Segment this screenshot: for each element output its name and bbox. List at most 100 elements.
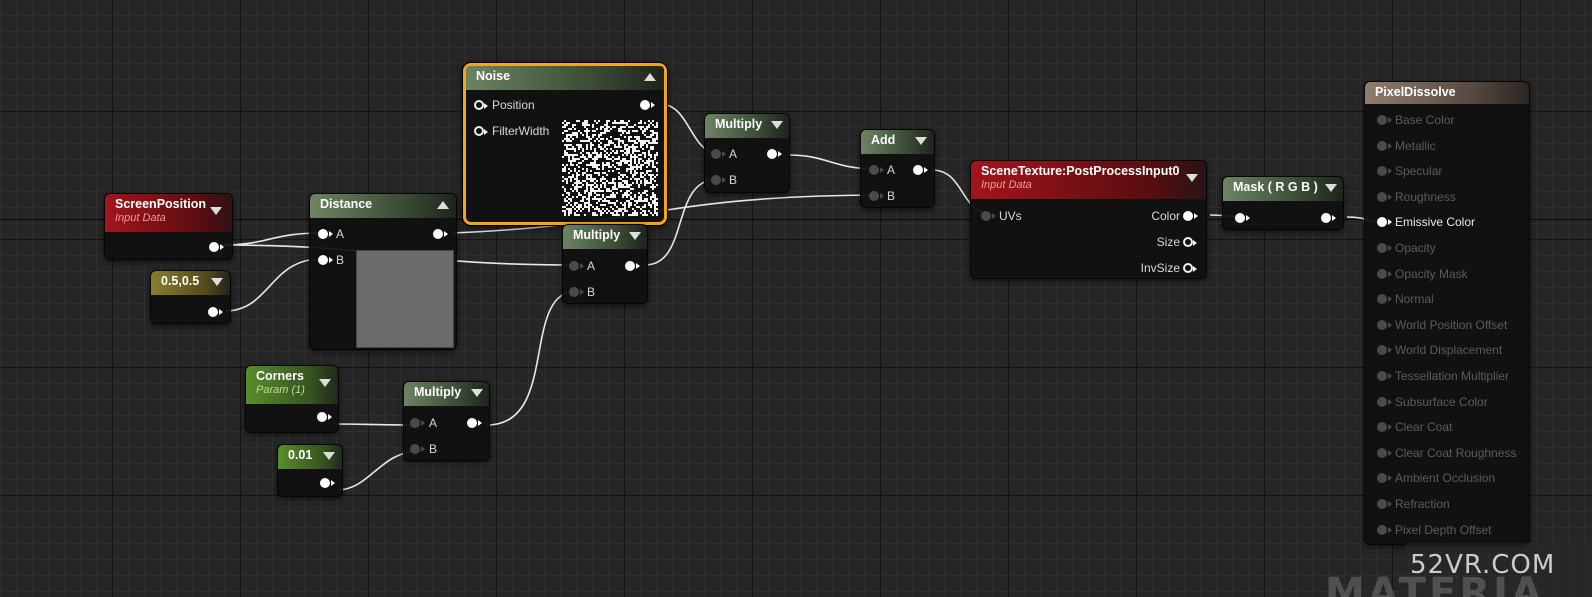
collapse-arrow-icon[interactable]: [771, 121, 783, 129]
node-subtitle: Param (1): [256, 384, 305, 396]
input-pin[interactable]: [1377, 115, 1392, 125]
node-title: Corners: [256, 369, 304, 383]
multiply-bottom-node[interactable]: Multiply A B: [403, 381, 490, 461]
output-pin[interactable]: [913, 165, 928, 175]
input-label: World Position Offset: [1395, 317, 1508, 332]
connection-wires: [220, 103, 1397, 491]
screenposition-node[interactable]: ScreenPosition Input Data: [104, 193, 233, 260]
input-pin[interactable]: [1235, 213, 1250, 223]
input-label: Roughness: [1395, 189, 1456, 204]
collapse-arrow-icon[interactable]: [323, 452, 335, 460]
output-pin[interactable]: [317, 412, 332, 422]
node-title: Multiply: [414, 385, 462, 399]
input-pin[interactable]: [1377, 371, 1392, 381]
node-title: Mask ( R G B ): [1233, 180, 1318, 194]
collapse-arrow-icon[interactable]: [471, 389, 483, 397]
input-pin-position[interactable]: [474, 100, 488, 110]
input-label: Metallic: [1395, 138, 1436, 153]
output-pin[interactable]: [767, 149, 782, 159]
output-pin-size[interactable]: [1183, 237, 1197, 247]
input-pin[interactable]: [1377, 319, 1392, 330]
scenetexture-node[interactable]: SceneTexture:PostProcessInput0 Input Dat…: [970, 160, 1207, 279]
input-pin[interactable]: [1377, 396, 1392, 407]
input-pin-b[interactable]: [711, 175, 726, 185]
collapse-arrow-icon[interactable]: [644, 73, 656, 81]
collapse-arrow-icon[interactable]: [211, 278, 223, 286]
node-title: Multiply: [715, 117, 763, 131]
pin-label-a: A: [587, 259, 596, 273]
collapse-arrow-icon[interactable]: [437, 201, 449, 209]
pin-label-b: B: [887, 189, 896, 203]
multiply-mid-node[interactable]: Multiply A B: [562, 224, 648, 304]
input-pin-a[interactable]: [569, 261, 584, 271]
pin-label-a: A: [336, 227, 345, 241]
collapse-arrow-icon[interactable]: [1186, 174, 1198, 182]
input-label: Subsurface Color: [1395, 394, 1488, 409]
input-pin-a[interactable]: [410, 418, 425, 428]
input-pin[interactable]: [1377, 268, 1392, 279]
input-pin[interactable]: [1377, 140, 1392, 151]
input-pin-filterwidth[interactable]: [474, 126, 488, 136]
input-label: Specular: [1395, 164, 1443, 179]
input-pin-a[interactable]: [869, 165, 884, 175]
collapse-arrow-icon[interactable]: [210, 207, 222, 215]
constant2-node[interactable]: 0.5,0.5: [150, 270, 231, 324]
input-pin[interactable]: [1377, 191, 1392, 202]
output-pin[interactable]: [433, 229, 448, 239]
output-pin[interactable]: [208, 307, 223, 317]
input-pin[interactable]: [1377, 473, 1392, 484]
material-graph-canvas[interactable]: ScreenPosition Input Data 0.5,0.5 Distan…: [0, 0, 1592, 597]
input-pin[interactable]: [1377, 217, 1392, 228]
input-pin[interactable]: [1377, 243, 1392, 253]
pin-label-invsize: InvSize: [1140, 261, 1180, 275]
result-node[interactable]: PixelDissolve Base Color Metallic Specular…: [1364, 81, 1530, 545]
collapse-arrow-icon[interactable]: [1325, 184, 1337, 192]
input-pin-b[interactable]: [410, 444, 425, 454]
node-title: Multiply: [573, 228, 621, 242]
output-pin[interactable]: [1321, 213, 1336, 223]
constant-node[interactable]: 0.01: [277, 444, 343, 497]
watermark-site-text: 52VR.COM: [1410, 550, 1556, 580]
pin-label-b: B: [336, 253, 345, 267]
node-title: Noise: [476, 69, 511, 83]
input-pin[interactable]: [1377, 166, 1392, 177]
output-pin[interactable]: [640, 100, 655, 110]
collapse-arrow-icon[interactable]: [319, 379, 331, 387]
output-pin[interactable]: [320, 478, 335, 488]
collapse-arrow-icon[interactable]: [629, 232, 641, 240]
pin-label-a: A: [429, 416, 438, 430]
input-pin-b[interactable]: [569, 287, 584, 297]
wire-half-to-distance-b: [224, 258, 322, 312]
input-pin-b[interactable]: [869, 191, 884, 201]
mask-node[interactable]: Mask ( R G B ): [1222, 176, 1344, 230]
input-pin[interactable]: [1377, 345, 1392, 356]
pin-label-b: B: [429, 442, 438, 456]
input-label: Refraction: [1395, 497, 1450, 511]
output-pin[interactable]: [625, 261, 640, 271]
pin-label-a: A: [729, 147, 738, 161]
distance-node[interactable]: Distance A B: [309, 193, 457, 350]
input-pin-a[interactable]: [318, 229, 333, 239]
input-label: Clear Coat: [1395, 420, 1453, 435]
add-node[interactable]: Add A B: [860, 129, 935, 208]
collapse-arrow-icon[interactable]: [915, 137, 927, 145]
input-pin[interactable]: [1377, 524, 1392, 535]
output-pin[interactable]: [467, 418, 482, 428]
input-pin-a[interactable]: [711, 149, 726, 159]
input-pin[interactable]: [1377, 422, 1392, 433]
input-pin[interactable]: [1377, 499, 1392, 509]
input-pin[interactable]: [1377, 447, 1392, 458]
noise-preview-thumbnail: [562, 120, 658, 216]
input-pin-uvs[interactable]: [981, 211, 996, 221]
output-pin[interactable]: [209, 242, 224, 252]
pin-label-color: Color: [1151, 209, 1180, 223]
input-pin[interactable]: [1377, 294, 1392, 305]
corners-param-node[interactable]: Corners Param (1): [245, 365, 339, 433]
multiply-top-node[interactable]: Multiply A B: [704, 113, 790, 193]
noise-node[interactable]: Noise Position FilterWidth: [463, 63, 667, 225]
output-pin-color[interactable]: [1183, 211, 1198, 221]
node-subtitle: Input Data: [115, 212, 166, 224]
output-pin-invsize[interactable]: [1183, 263, 1197, 273]
input-pin-b[interactable]: [318, 255, 333, 265]
pin-label-uvs: UVs: [999, 209, 1022, 223]
